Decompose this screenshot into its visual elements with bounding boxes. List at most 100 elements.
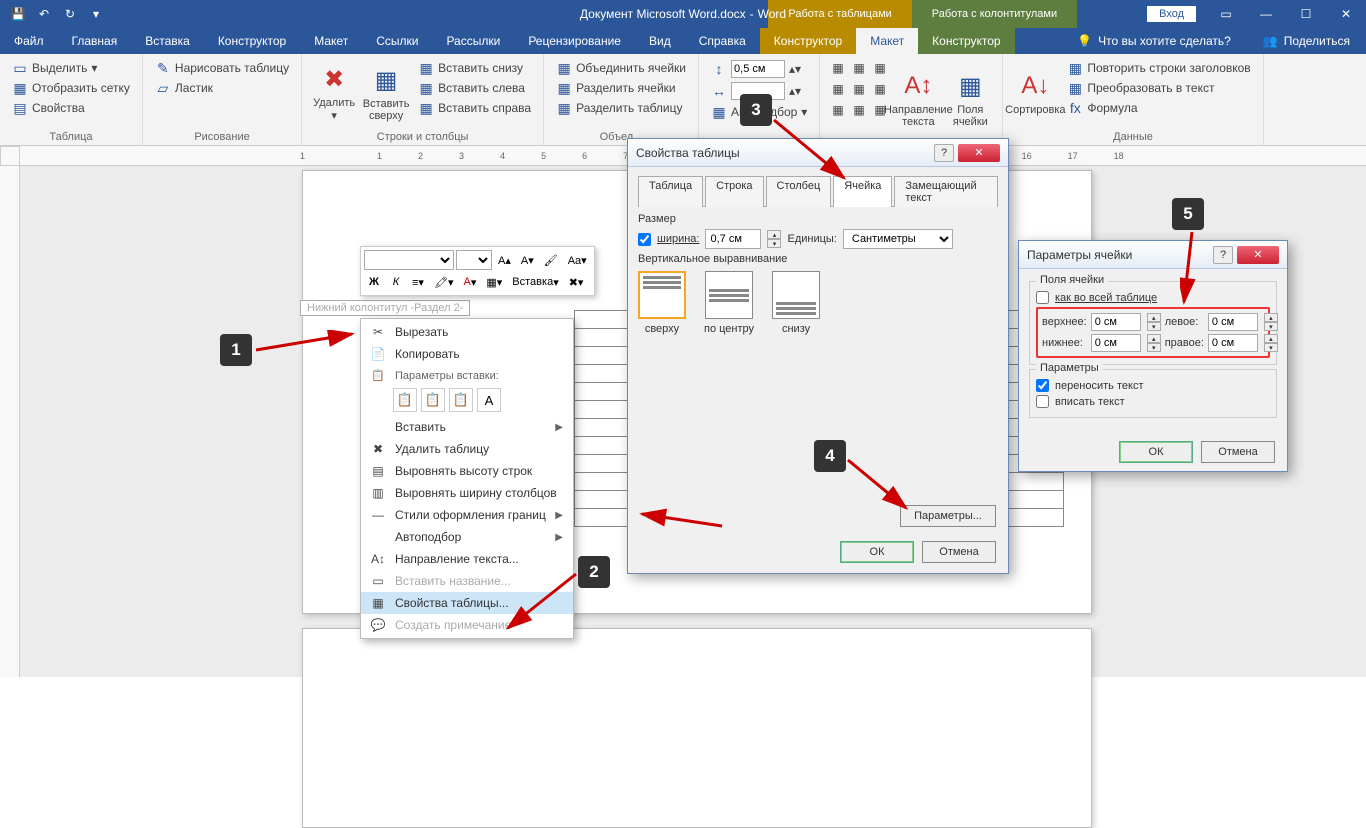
borders-icon[interactable]: ▦▾	[482, 272, 506, 292]
fit-text-checkbox[interactable]	[1036, 395, 1049, 408]
tell-me-search[interactable]: 💡 Что вы хотите сделать?	[1061, 28, 1247, 54]
delete-menu-icon[interactable]: ✖▾	[565, 272, 588, 292]
align-tc-button[interactable]: ▦	[849, 58, 869, 78]
tab-help[interactable]: Справка	[685, 28, 760, 54]
spin-down-icon[interactable]: ▾	[1147, 343, 1161, 352]
dialog-close-icon[interactable]: ✕	[958, 144, 1000, 162]
tab-view[interactable]: Вид	[635, 28, 685, 54]
ctx-border-styles[interactable]: —Стили оформления границ▶	[361, 504, 573, 526]
valign-top-option[interactable]: сверху	[638, 271, 686, 335]
as-table-checkbox[interactable]	[1036, 291, 1049, 304]
sort-button[interactable]: A↓Сортировка	[1011, 58, 1059, 129]
align-bl-button[interactable]: ▦	[828, 100, 848, 120]
insert-below-button[interactable]: ▦Вставить снизу	[414, 58, 535, 78]
gridlines-button[interactable]: ▦Отобразить сетку	[8, 78, 134, 98]
spin-up-icon[interactable]: ▴	[1147, 313, 1161, 322]
tab-review[interactable]: Рецензирование	[514, 28, 635, 54]
margin-top-input[interactable]	[1091, 313, 1141, 331]
dialog-help-icon[interactable]: ?	[934, 144, 954, 162]
spin-up-icon[interactable]: ▴	[1147, 334, 1161, 343]
align-tr-button[interactable]: ▦	[870, 58, 890, 78]
insert-above-button[interactable]: ▦Вставить сверху	[362, 58, 410, 129]
convert-button[interactable]: ▦Преобразовать в текст	[1063, 78, 1254, 98]
insert-right-button[interactable]: ▦Вставить справа	[414, 98, 535, 118]
align-mr-button[interactable]: ▦	[870, 79, 890, 99]
redo-icon[interactable]: ↻	[58, 3, 82, 25]
styles-icon[interactable]: Aa▾	[564, 250, 591, 270]
maximize-icon[interactable]: ☐	[1286, 0, 1326, 28]
dlg2-ok-button[interactable]: ОК	[1119, 441, 1193, 463]
split-table-button[interactable]: ▦Разделить таблицу	[552, 98, 690, 118]
draw-table-button[interactable]: ✎Нарисовать таблицу	[151, 58, 293, 78]
cell-margins-button[interactable]: ▦Поля ячейки	[946, 58, 994, 141]
spin-up-icon[interactable]: ▴	[767, 230, 781, 239]
repeat-header-button[interactable]: ▦Повторить строки заголовков	[1063, 58, 1254, 78]
bold-button[interactable]: Ж	[364, 272, 384, 292]
vertical-ruler[interactable]	[0, 166, 20, 677]
minimize-icon[interactable]: —	[1246, 0, 1286, 28]
align-icon[interactable]: ≡▾	[408, 272, 428, 292]
spin-down-icon[interactable]: ▾	[1264, 343, 1278, 352]
ctx-even-cols[interactable]: ▥Выровнять ширину столбцов	[361, 482, 573, 504]
spin-down-icon[interactable]: ▾	[767, 239, 781, 248]
dlg-tab-table[interactable]: Таблица	[638, 176, 703, 207]
font-family-select[interactable]	[364, 250, 454, 270]
save-icon[interactable]: 💾	[6, 3, 30, 25]
valign-bottom-option[interactable]: снизу	[772, 271, 820, 335]
ctx-table-properties[interactable]: ▦Свойства таблицы...	[361, 592, 573, 614]
italic-button[interactable]: К	[386, 272, 406, 292]
spin-down-icon[interactable]: ▾	[1147, 322, 1161, 331]
ctx-text-direction[interactable]: A↕Направление текста...	[361, 548, 573, 570]
format-painter-icon[interactable]: 🖌	[540, 250, 562, 270]
properties-button[interactable]: ▤Свойства	[8, 98, 134, 118]
increase-font-icon[interactable]: A▴	[494, 250, 515, 270]
merge-cells-button[interactable]: ▦Объединить ячейки	[552, 58, 690, 78]
dialog-title-bar[interactable]: Свойства таблицы ? ✕	[628, 139, 1008, 167]
tab-layout[interactable]: Макет	[300, 28, 362, 54]
paste-opt-3[interactable]: 📋	[449, 388, 473, 412]
tab-insert[interactable]: Вставка	[131, 28, 204, 54]
tab-file[interactable]: Файл	[0, 28, 58, 54]
text-direction-button[interactable]: A↕Направление текста	[894, 58, 942, 141]
align-tl-button[interactable]: ▦	[828, 58, 848, 78]
margin-left-input[interactable]	[1208, 313, 1258, 331]
eraser-button[interactable]: ▱Ластик	[151, 78, 293, 98]
select-button[interactable]: ▭Выделить ▾	[8, 58, 134, 78]
ctx-even-rows[interactable]: ▤Выровнять высоту строк	[361, 460, 573, 482]
decrease-font-icon[interactable]: A▾	[517, 250, 538, 270]
dlg-tab-column[interactable]: Столбец	[766, 176, 832, 207]
page-2[interactable]	[302, 628, 1092, 828]
ctx-delete-table[interactable]: ✖Удалить таблицу	[361, 438, 573, 460]
dlg-tab-cell[interactable]: Ячейка	[833, 176, 892, 207]
align-mc-button[interactable]: ▦	[849, 79, 869, 99]
dlg-params-button[interactable]: Параметры...	[900, 505, 996, 527]
tab-home[interactable]: Главная	[58, 28, 132, 54]
tab-design[interactable]: Конструктор	[204, 28, 300, 54]
units-select[interactable]: Сантиметры	[843, 229, 953, 249]
wrap-text-checkbox[interactable]	[1036, 379, 1049, 392]
width-input[interactable]	[705, 229, 761, 249]
margin-bottom-input[interactable]	[1091, 334, 1141, 352]
dlg-tab-alt[interactable]: Замещающий текст	[894, 176, 998, 207]
ctx-autofit[interactable]: Автоподбор▶	[361, 526, 573, 548]
dlg-ok-button[interactable]: ОК	[840, 541, 914, 563]
formula-button[interactable]: fxФормула	[1063, 98, 1254, 118]
paste-opt-1[interactable]: 📋	[393, 388, 417, 412]
ctx-copy[interactable]: 📄Копировать	[361, 343, 573, 365]
paste-opt-4[interactable]: A	[477, 388, 501, 412]
spin-up-icon[interactable]: ▴	[1264, 313, 1278, 322]
margin-right-input[interactable]	[1208, 334, 1258, 352]
dialog-close-icon[interactable]: ✕	[1237, 246, 1279, 264]
valign-center-option[interactable]: по центру	[704, 271, 754, 335]
close-icon[interactable]: ✕	[1326, 0, 1366, 28]
row-height-field[interactable]: ↕▴▾	[707, 58, 811, 80]
spin-down-icon[interactable]: ▾	[1264, 322, 1278, 331]
highlight-icon[interactable]: 🖍▾	[430, 272, 458, 292]
font-color-icon[interactable]: A▾	[460, 272, 481, 292]
spin-up-icon[interactable]: ▴	[1264, 334, 1278, 343]
tab-table-design[interactable]: Конструктор	[760, 28, 856, 54]
dlg-cancel-button[interactable]: Отмена	[922, 541, 996, 563]
dialog-title-bar[interactable]: Параметры ячейки ? ✕	[1019, 241, 1287, 269]
share-button[interactable]: 👥 Поделиться	[1247, 28, 1366, 54]
undo-icon[interactable]: ↶	[32, 3, 56, 25]
